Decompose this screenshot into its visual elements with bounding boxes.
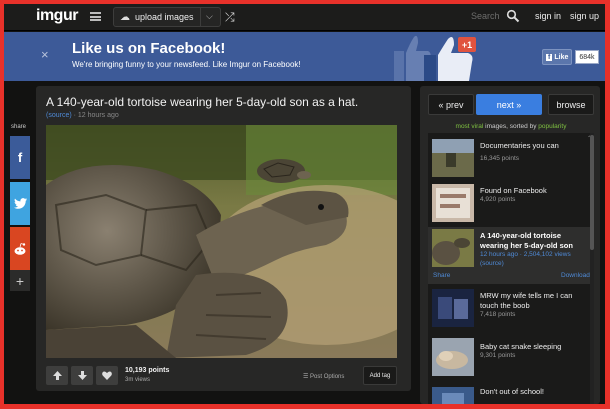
thumbnail: [432, 139, 474, 177]
list-item[interactable]: Don't out of school!: [428, 385, 594, 404]
list-item[interactable]: Baby cat snake sleeping 9,301 points: [428, 336, 594, 382]
post-title: A 140-year-old tortoise wearing her 5-da…: [46, 95, 359, 109]
post-options-label: Post Options: [310, 374, 345, 380]
facebook-icon: f: [17, 150, 23, 165]
upvote-button[interactable]: [46, 366, 68, 385]
favorite-button[interactable]: [96, 366, 118, 385]
plus-one-badge: +1: [462, 40, 472, 50]
search-input[interactable]: Search: [471, 11, 500, 21]
imgur-logo[interactable]: imgur: [36, 7, 78, 25]
download-link[interactable]: Download: [561, 272, 590, 279]
share-more-button[interactable]: +: [10, 270, 30, 291]
browse-button[interactable]: browse: [548, 94, 594, 115]
post-options-button[interactable]: ☰ Post Options: [303, 373, 344, 380]
upload-images-button[interactable]: ☁ upload images ⌵: [113, 7, 221, 27]
banner-title: Like us on Facebook!: [72, 40, 226, 57]
facebook-icon: f: [546, 53, 553, 61]
cloud-upload-icon: ☁: [120, 11, 130, 23]
list-icon: ☰: [303, 374, 311, 380]
list-item-title: A 140-year-old tortoise wearing her 5-da…: [480, 231, 573, 250]
list-item-meta: 12 hours ago · 2,504,102 views: [480, 251, 571, 258]
scrollbar[interactable]: [590, 133, 594, 404]
post-age: · 12 hours ago: [73, 112, 119, 119]
prev-button[interactable]: « prev: [428, 94, 474, 115]
sort-text: images, sorted by: [483, 123, 539, 130]
heart-icon: [102, 371, 112, 380]
post-points: 10,193 points: [125, 367, 170, 374]
list-item-points: 16,345 points: [480, 155, 520, 162]
list-item-points: 7,418 points: [480, 311, 516, 318]
share-twitter-button[interactable]: [10, 182, 30, 225]
list-item-title: Found on Facebook: [480, 186, 547, 195]
upload-label: upload images: [135, 12, 194, 22]
like-count: 684k: [575, 50, 599, 64]
twitter-icon: [13, 198, 27, 209]
thumbnail: [432, 387, 474, 404]
downvote-button[interactable]: [71, 366, 93, 385]
reddit-icon: [14, 242, 26, 255]
gallery-sidebar: « prev next » browse most viral images, …: [420, 86, 600, 404]
list-item[interactable]: Documentaries you can 16,345 points: [428, 137, 594, 179]
upload-divider: [200, 8, 201, 26]
section-dropdown[interactable]: most viral: [456, 123, 484, 130]
post-panel: A 140-year-old tortoise wearing her 5-da…: [36, 86, 411, 391]
thumbnail: [432, 184, 474, 222]
top-nav: imgur ☁ upload images ⌵ ⤮ Search sign in…: [4, 4, 605, 31]
gallery-list: ⌃ Documentaries you can 16,345 points Fo…: [428, 133, 594, 404]
sort-dropdown[interactable]: popularity: [538, 123, 566, 130]
search-icon[interactable]: [506, 9, 520, 23]
banner-subtitle: We're bringing funny to your newsfeed. L…: [72, 60, 301, 69]
arrow-up-icon: [52, 371, 62, 380]
list-item-title: MRW my wife tells me I can touch the boo…: [480, 291, 573, 310]
list-item-current[interactable]: A 140-year-old tortoise wearing her 5-da…: [428, 227, 594, 284]
thumbs-up-icon: +1: [394, 35, 476, 81]
arrow-down-icon: [77, 371, 87, 380]
hamburger-menu-icon[interactable]: [90, 12, 101, 21]
list-item[interactable]: MRW my wife tells me I can touch the boo…: [428, 287, 594, 333]
sign-up-link[interactable]: sign up: [570, 11, 599, 21]
facebook-banner: × Like us on Facebook! We're bringing fu…: [4, 32, 605, 81]
list-item-points: 4,920 points: [480, 196, 516, 203]
post-views: 3m views: [125, 377, 151, 383]
share-link[interactable]: Share: [433, 272, 450, 279]
close-icon[interactable]: ×: [41, 47, 49, 62]
post-meta: (source) · 12 hours ago: [46, 112, 119, 119]
facebook-like-widget[interactable]: f Like 684k: [542, 49, 599, 65]
like-label: Like: [554, 53, 569, 61]
list-item-points: 9,301 points: [480, 352, 516, 359]
list-item-title: Documentaries you can: [480, 141, 559, 150]
shuffle-icon[interactable]: ⤮: [225, 10, 235, 25]
add-tag-button[interactable]: Add tag: [363, 366, 397, 385]
share-facebook-button[interactable]: f: [10, 136, 30, 179]
post-image[interactable]: [46, 125, 397, 358]
scrollbar-thumb[interactable]: [590, 135, 594, 250]
list-item-title: Baby cat snake sleeping: [480, 342, 562, 351]
next-button[interactable]: next »: [476, 94, 542, 115]
browser-viewport: imgur ☁ upload images ⌵ ⤮ Search sign in…: [4, 4, 605, 404]
sort-description: most viral images, sorted by popularity: [428, 123, 594, 130]
thumbnail: [432, 338, 474, 376]
list-item-title: Don't out of school!: [480, 387, 544, 396]
chevron-down-icon[interactable]: ⌵: [206, 11, 213, 22]
source-link[interactable]: (source): [46, 112, 72, 119]
sign-in-link[interactable]: sign in: [535, 11, 561, 21]
thumbnail: [432, 229, 474, 267]
share-reddit-button[interactable]: [10, 227, 30, 270]
facebook-like-button[interactable]: f Like: [542, 49, 573, 65]
list-item[interactable]: Found on Facebook 4,920 points: [428, 182, 594, 224]
share-label: share: [11, 124, 27, 130]
source-link[interactable]: (source): [480, 260, 504, 267]
thumbnail: [432, 289, 474, 327]
